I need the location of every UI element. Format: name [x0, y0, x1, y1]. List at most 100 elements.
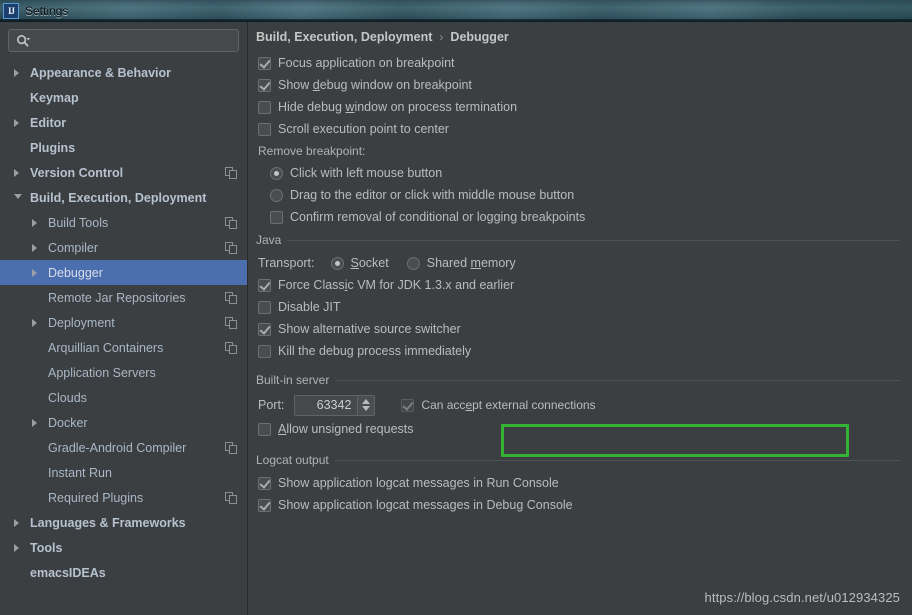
checkbox-3[interactable]: [258, 122, 271, 136]
copy-settings-icon[interactable]: [225, 291, 237, 304]
chevron-right-icon[interactable]: [32, 218, 37, 227]
sidebar-item-build-tools[interactable]: Build Tools: [0, 210, 247, 235]
copy-settings-icon[interactable]: [225, 216, 237, 229]
logcat-checkbox-row[interactable]: Show application logcat messages in Run …: [248, 472, 912, 494]
breadcrumb-root[interactable]: Build, Execution, Deployment: [256, 30, 432, 44]
sidebar-item-languages-frameworks[interactable]: Languages & Frameworks: [0, 510, 247, 535]
chevron-right-icon[interactable]: [32, 418, 37, 427]
java-checkbox-row[interactable]: Show alternative source switcher: [248, 318, 912, 340]
logcat-checkbox-0[interactable]: [258, 476, 271, 490]
sidebar-item-docker[interactable]: Docker: [0, 410, 247, 435]
checkbox-2[interactable]: [258, 100, 271, 114]
checkbox-row[interactable]: Show debug window on breakpoint: [248, 74, 912, 96]
sidebar-item-emacsideas[interactable]: emacsIDEAs: [0, 560, 247, 585]
sidebar-item-label: Debugger: [48, 265, 103, 280]
sidebar-item-instant-run[interactable]: Instant Run: [0, 460, 247, 485]
confirm-removal-checkbox[interactable]: [270, 210, 283, 224]
radio-row[interactable]: Click with left mouse button: [248, 162, 912, 184]
logcat-checkbox-1[interactable]: [258, 498, 271, 512]
java-checkbox-label: Show alternative source switcher: [278, 322, 461, 336]
checkbox-row[interactable]: Focus application on breakpoint: [248, 52, 912, 74]
copy-settings-icon[interactable]: [225, 441, 237, 454]
sidebar-item-label: Tools: [30, 540, 63, 555]
copy-settings-icon[interactable]: [225, 241, 237, 254]
checkbox-1[interactable]: [258, 78, 271, 92]
checkbox-0[interactable]: [258, 56, 271, 70]
spinner-up-icon[interactable]: [362, 399, 371, 404]
sidebar-item-label: Build Tools: [48, 215, 109, 230]
checkbox-row[interactable]: Hide debug window on process termination: [248, 96, 912, 118]
settings-detail-pane: Build, Execution, Deployment › Debugger …: [248, 22, 912, 615]
search-box[interactable]: [8, 29, 239, 52]
sidebar-item-label: Version Control: [30, 165, 124, 180]
java-checkbox-row[interactable]: Kill the debug process immediately: [248, 340, 912, 362]
external-connections-label: Can accept external connections: [421, 398, 596, 412]
radio-0[interactable]: [270, 166, 283, 180]
java-checkbox-1[interactable]: [258, 300, 271, 314]
sidebar-item-required-plugins[interactable]: Required Plugins: [0, 485, 247, 510]
sidebar-item-gradle-android-compiler[interactable]: Gradle-Android Compiler: [0, 435, 247, 460]
external-connections-checkbox[interactable]: [401, 398, 415, 412]
port-label: Port:: [258, 398, 285, 412]
chevron-right-icon[interactable]: [14, 168, 19, 177]
logcat-checkbox-row[interactable]: Show application logcat messages in Debu…: [248, 494, 912, 516]
unsigned-requests-row[interactable]: Allow unsigned requests: [248, 418, 912, 440]
copy-settings-icon[interactable]: [225, 341, 237, 354]
search-input[interactable]: [35, 30, 235, 51]
copy-settings-icon[interactable]: [225, 166, 237, 179]
sidebar-item-editor[interactable]: Editor: [0, 110, 247, 135]
checkbox-row[interactable]: Scroll execution point to center: [248, 118, 912, 140]
port-row: Port: Can accept external connections: [248, 392, 912, 418]
java-checkbox-2[interactable]: [258, 322, 271, 336]
transport-row: Transport: Socket Shared memory: [248, 252, 912, 274]
sidebar-item-application-servers[interactable]: Application Servers: [0, 360, 247, 385]
sidebar-item-label: Languages & Frameworks: [30, 515, 186, 530]
chevron-right-icon[interactable]: [32, 243, 37, 252]
radio-row[interactable]: Drag to the editor or click with middle …: [248, 184, 912, 206]
sidebar-item-deployment[interactable]: Deployment: [0, 310, 247, 335]
transport-label: Transport:: [258, 256, 315, 270]
chevron-right-icon[interactable]: [14, 68, 19, 77]
copy-settings-icon[interactable]: [225, 491, 237, 504]
port-input[interactable]: [295, 395, 358, 415]
chevron-down-icon[interactable]: [14, 193, 22, 199]
sidebar-item-keymap[interactable]: Keymap: [0, 85, 247, 110]
java-checkbox-3[interactable]: [258, 344, 271, 358]
chevron-right-icon[interactable]: [14, 518, 19, 527]
unsigned-requests-checkbox[interactable]: [258, 422, 271, 436]
port-spinner[interactable]: [294, 394, 376, 416]
sidebar-item-label: Docker: [48, 415, 88, 430]
group-divider: [335, 379, 900, 381]
sidebar-item-version-control[interactable]: Version Control: [0, 160, 247, 185]
confirm-removal-row[interactable]: Confirm removal of conditional or loggin…: [248, 206, 912, 228]
java-checkbox-0[interactable]: [258, 278, 271, 292]
radio-label: Click with left mouse button: [290, 166, 443, 180]
sidebar-item-compiler[interactable]: Compiler: [0, 235, 247, 260]
checkbox-label: Scroll execution point to center: [278, 122, 449, 136]
chevron-right-icon[interactable]: [32, 268, 37, 277]
transport-radio-1[interactable]: [406, 256, 420, 270]
sidebar-item-arquillian-containers[interactable]: Arquillian Containers: [0, 335, 247, 360]
java-checkbox-label: Disable JIT: [278, 300, 341, 314]
sidebar-item-build-execution-deployment[interactable]: Build, Execution, Deployment: [0, 185, 247, 210]
java-checkbox-row[interactable]: Force Classic VM for JDK 1.3.x and earli…: [248, 274, 912, 296]
java-checkbox-row[interactable]: Disable JIT: [248, 296, 912, 318]
transport-radio-0[interactable]: [330, 256, 344, 270]
chevron-right-icon[interactable]: [14, 543, 19, 552]
copy-settings-icon[interactable]: [225, 316, 237, 329]
sidebar-item-clouds[interactable]: Clouds: [0, 385, 247, 410]
spinner-down-icon[interactable]: [362, 406, 371, 411]
sidebar-item-label: Remote Jar Repositories: [48, 290, 186, 305]
sidebar-item-label: Required Plugins: [48, 490, 144, 505]
sidebar-item-appearance-behavior[interactable]: Appearance & Behavior: [0, 60, 247, 85]
chevron-right-icon[interactable]: [32, 318, 37, 327]
sidebar-item-plugins[interactable]: Plugins: [0, 135, 247, 160]
sidebar-item-label: Arquillian Containers: [48, 340, 164, 355]
sidebar-item-remote-jar-repositories[interactable]: Remote Jar Repositories: [0, 285, 247, 310]
sidebar-item-debugger[interactable]: Debugger: [0, 260, 247, 285]
chevron-right-icon[interactable]: [14, 118, 19, 127]
spinner-buttons[interactable]: [357, 395, 375, 415]
radio-1[interactable]: [270, 188, 283, 202]
remove-breakpoint-label: Remove breakpoint:: [258, 144, 366, 158]
sidebar-item-tools[interactable]: Tools: [0, 535, 247, 560]
